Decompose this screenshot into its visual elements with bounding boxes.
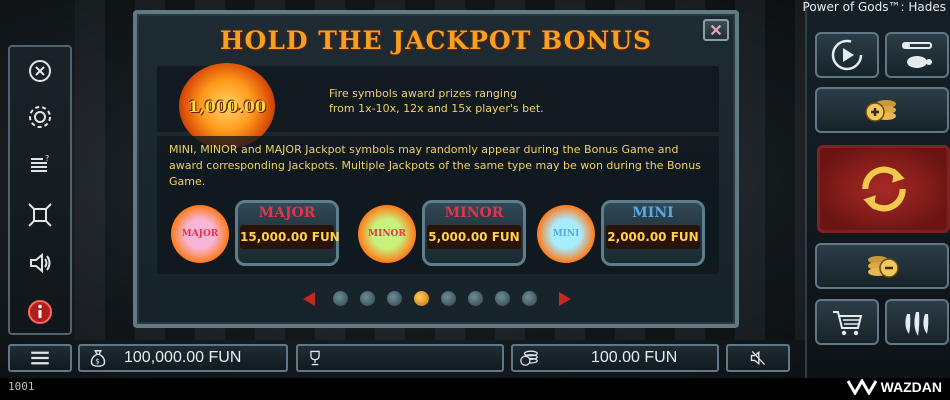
page-dot[interactable] <box>360 291 375 306</box>
version-label: 1001 <box>8 380 35 393</box>
previous-page-arrow[interactable] <box>303 292 315 306</box>
turbo-speed-button[interactable] <box>885 32 949 78</box>
page-dot[interactable] <box>522 291 537 306</box>
cart-icon <box>833 311 863 336</box>
jackpot-orb-label: MINI <box>552 229 580 239</box>
coins-plus-icon <box>865 100 896 122</box>
hamburger-icon <box>31 351 49 365</box>
modal-close-button[interactable] <box>703 19 729 41</box>
menu-button[interactable] <box>8 344 72 372</box>
page-dot[interactable] <box>441 291 456 306</box>
coin-stack-icon <box>520 350 538 366</box>
left-menu-panel: ? <box>8 45 72 335</box>
jackpot-plaque-minor: MINOR 5,000.00 FUN <box>422 200 526 266</box>
hot-feature-button[interactable] <box>885 299 949 345</box>
jackpot-orb-major: MAJOR <box>171 205 229 263</box>
wazdan-logo-icon <box>846 379 877 395</box>
page-dot[interactable] <box>414 291 429 306</box>
fire-symbol-description: Fire symbols award prizes ranging from 1… <box>329 87 544 115</box>
trophy-icon <box>310 350 320 366</box>
right-control-panel: Power of Gods™: Hades <box>802 0 950 380</box>
next-page-arrow[interactable] <box>559 292 571 306</box>
bet-value: 100.00 FUN <box>591 349 678 366</box>
svg-text:?: ? <box>45 154 49 163</box>
shop-button[interactable] <box>815 299 879 345</box>
fire-symbol-value: 1,000.00 <box>188 96 266 116</box>
spin-arrows-icon <box>861 166 906 212</box>
coins-minus-icon <box>868 256 899 278</box>
jackpot-name: MAJOR <box>258 205 316 221</box>
decrease-bet-button[interactable] <box>815 243 949 289</box>
fullscreen-button[interactable] <box>26 201 54 229</box>
spin-button[interactable] <box>817 145 950 233</box>
jackpot-value: 2,000.00 FUN <box>606 225 700 249</box>
jackpot-name: MINI <box>632 205 674 221</box>
svg-text:$: $ <box>95 356 100 365</box>
bet-display: 100.00 FUN <box>511 344 719 372</box>
jackpot-orb-mini: MINI <box>537 205 595 263</box>
game-title: Power of Gods™: Hades <box>802 0 946 14</box>
close-menu-button[interactable] <box>26 57 54 85</box>
jackpot-name: MINOR <box>444 205 504 221</box>
mute-button[interactable] <box>726 344 790 372</box>
info-button[interactable] <box>26 298 54 326</box>
page-dot[interactable] <box>387 291 402 306</box>
increase-bet-button[interactable] <box>815 87 949 133</box>
page-indicator <box>303 288 573 310</box>
close-circle-icon <box>29 60 51 82</box>
autoplay-button[interactable] <box>815 32 879 78</box>
modal-title: HOLD THE JACKPOT BONUS <box>219 26 653 55</box>
jackpot-description: MINI, MINOR and MAJOR Jackpot symbols ma… <box>169 143 701 188</box>
money-bag-icon: $ <box>90 350 106 367</box>
sound-button[interactable] <box>26 249 54 277</box>
page-dot[interactable] <box>495 291 510 306</box>
jackpot-plaque-mini: MINI 2,000.00 FUN <box>601 200 705 266</box>
balance-display: $ 100,000.00 FUN <box>78 344 288 372</box>
turtle-icon <box>902 42 932 68</box>
footer-bar <box>0 378 950 400</box>
jackpot-orb-label: MAJOR <box>181 229 219 239</box>
page-dot[interactable] <box>468 291 483 306</box>
paytable-icon: ? <box>31 154 49 172</box>
chili-peppers-icon <box>905 312 929 336</box>
jackpot-orb-minor: MINOR <box>358 205 416 263</box>
page-dot[interactable] <box>333 291 348 306</box>
balance-value: 100,000.00 FUN <box>124 349 242 366</box>
jackpot-value: 15,000.00 FUN <box>240 225 340 249</box>
jackpot-value: 5,000.00 FUN <box>427 225 521 249</box>
brand-logo: WAZDAN <box>846 379 942 395</box>
jackpot-orb-label: MINOR <box>368 229 406 239</box>
paytable-button[interactable]: ? <box>26 151 54 179</box>
settings-button[interactable] <box>26 103 54 131</box>
close-icon <box>710 24 722 36</box>
fullscreen-icon <box>28 203 52 227</box>
autoplay-icon <box>831 39 863 71</box>
jackpot-plaque-major: MAJOR 15,000.00 FUN <box>235 200 340 266</box>
info-modal: HOLD THE JACKPOT BONUS 1,000.00 Fire sym… <box>133 10 739 328</box>
info-icon <box>28 300 52 324</box>
win-display <box>296 344 504 372</box>
speaker-muted-icon <box>750 350 766 366</box>
speaker-icon <box>30 252 51 274</box>
gear-icon <box>29 106 51 128</box>
